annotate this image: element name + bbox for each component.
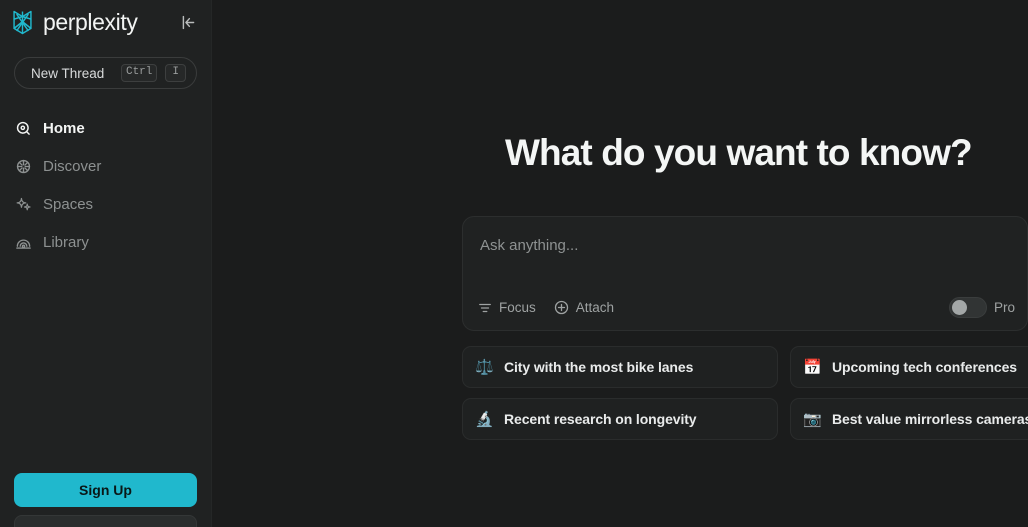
pro-toggle[interactable] [948, 297, 987, 318]
sidebar-item-discover[interactable]: Discover [14, 147, 211, 185]
page-title: What do you want to know? [505, 132, 973, 173]
collapse-sidebar-icon[interactable] [175, 9, 201, 35]
shortcut-key: I [165, 64, 186, 82]
home-search-icon [14, 119, 32, 137]
sidebar-item-label-discover: Discover [43, 157, 102, 175]
suggestion-card[interactable]: 📅 Upcoming tech conferences [790, 346, 1028, 388]
ask-toolbar: Focus Attach Pro [477, 297, 1015, 318]
brand-logo[interactable]: perplexity [9, 8, 138, 36]
sidebar-header: perplexity [0, 0, 211, 44]
suggestion-cards: ⚖️ City with the most bike lanes 📅 Upcom… [462, 346, 1028, 440]
plus-circle-icon [554, 300, 569, 315]
library-arc-icon [14, 233, 32, 251]
attach-button[interactable]: Attach [554, 300, 614, 315]
new-thread-button[interactable]: New Thread Ctrl I [14, 57, 197, 89]
focus-label: Focus [499, 300, 536, 315]
shortcut-modifier-key: Ctrl [120, 64, 158, 82]
suggestion-label: Recent research on longevity [504, 411, 697, 427]
suggestion-label: Upcoming tech conferences [832, 359, 1017, 375]
camera-emoji-icon: 📷 [803, 410, 822, 428]
attach-label: Attach [575, 300, 615, 315]
sidebar-item-label-library: Library [43, 233, 89, 251]
perplexity-app: perplexity New Thread Ctrl I Home Discov… [0, 0, 1028, 527]
calendar-emoji-icon: 📅 [803, 358, 822, 376]
perplexity-star-logo-icon [13, 10, 32, 34]
main-content: What do you want to know? Ask anything..… [212, 0, 1028, 527]
suggestion-card[interactable]: 📷 Best value mirrorless cameras [790, 398, 1028, 440]
pro-label: Pro [993, 300, 1015, 315]
focus-button[interactable]: Focus [477, 300, 536, 315]
microscope-emoji-icon: 🔬 [475, 410, 494, 428]
pro-toggle-knob [951, 300, 967, 315]
sign-up-button[interactable]: Sign Up [14, 473, 197, 507]
ask-input[interactable]: Ask anything... [480, 237, 578, 254]
suggestion-label: City with the most bike lanes [504, 359, 694, 375]
log-in-button[interactable]: Log in [14, 515, 197, 527]
suggestion-card[interactable]: 🔬 Recent research on longevity [462, 398, 778, 440]
brand-name: perplexity [43, 8, 138, 35]
discover-globe-icon [14, 157, 32, 175]
sidebar-footer: Sign Up Log in [0, 473, 211, 527]
pro-toggle-group[interactable]: Pro [948, 297, 1015, 318]
sidebar-item-label-home: Home [43, 119, 85, 137]
sidebar-item-spaces[interactable]: Spaces [14, 185, 211, 223]
sidebar-item-library[interactable]: Library [14, 223, 211, 261]
sidebar: perplexity New Thread Ctrl I Home Discov… [0, 0, 212, 527]
sidebar-item-home[interactable]: Home [14, 109, 211, 147]
new-thread-label: New Thread [31, 65, 105, 81]
ask-input-container[interactable]: Ask anything... Focus Attach Pro [462, 216, 1028, 331]
filter-sliders-icon [477, 300, 492, 315]
sidebar-nav: Home Discover Spaces Library [0, 109, 211, 261]
suggestion-card[interactable]: ⚖️ City with the most bike lanes [462, 346, 778, 388]
spaces-sparkle-icon [14, 195, 32, 213]
suggestion-label: Best value mirrorless cameras [832, 411, 1028, 427]
sidebar-item-label-spaces: Spaces [43, 195, 94, 213]
scales-emoji-icon: ⚖️ [475, 358, 494, 376]
